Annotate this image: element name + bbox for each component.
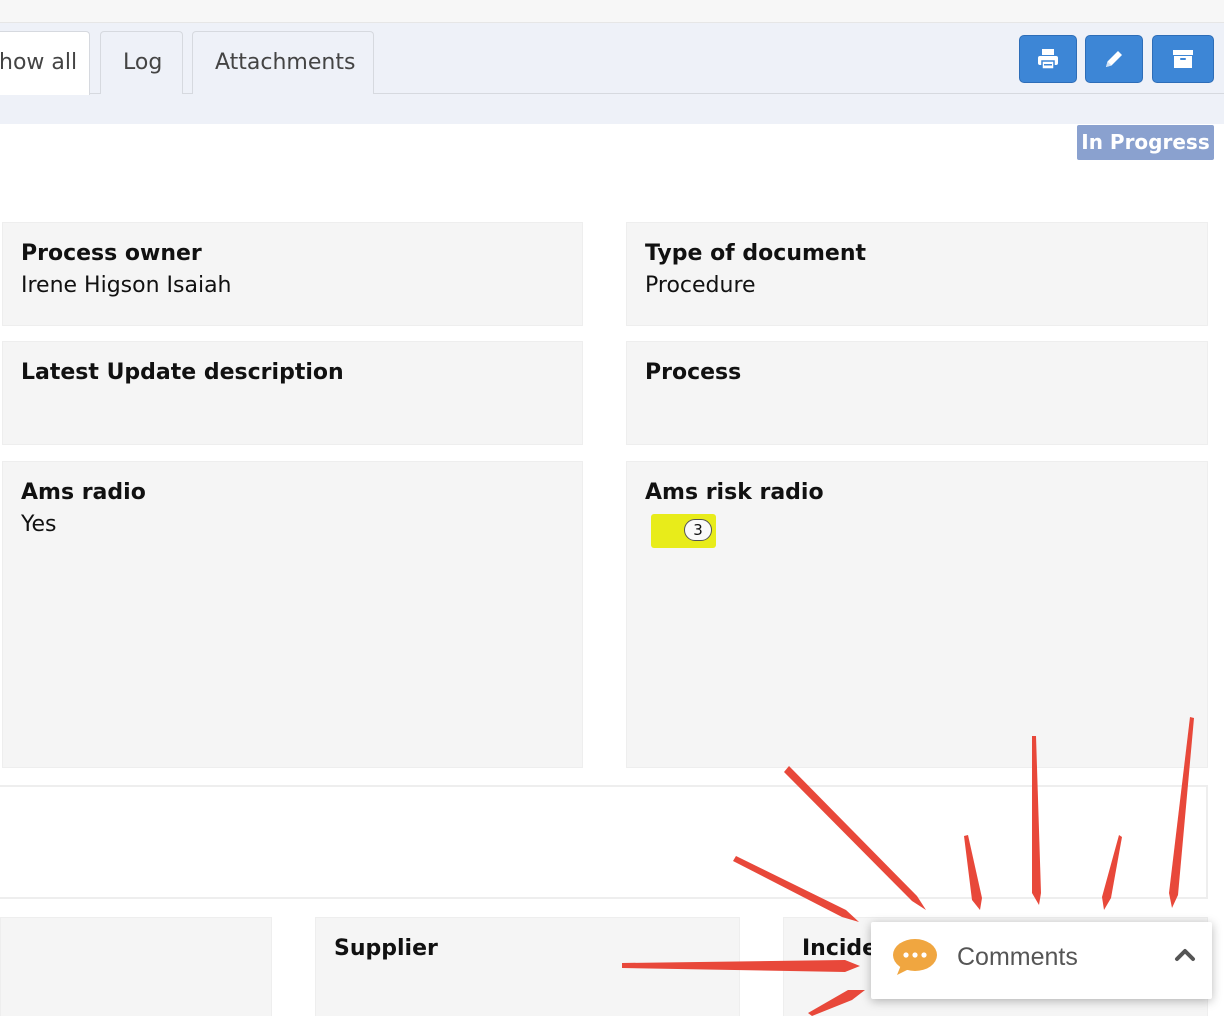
tab-bar-divider [0, 93, 1224, 94]
field-label: Incide [802, 936, 878, 961]
archive-button[interactable] [1152, 35, 1214, 83]
field-ams-risk-radio: Ams risk radio 3 [626, 461, 1208, 768]
field-bottom-left [0, 917, 272, 1016]
tab-attachments[interactable]: Attachments [192, 31, 374, 94]
tab-show-all-label: how all [0, 50, 78, 75]
tab-show-all[interactable]: how all [0, 31, 90, 95]
print-icon [1038, 49, 1058, 70]
field-label: Process owner [21, 241, 202, 266]
field-value: Procedure [645, 273, 756, 298]
chat-bubble-icon [893, 939, 937, 975]
edit-icon [1106, 51, 1122, 67]
risk-level-value: 3 [684, 519, 712, 541]
comments-widget[interactable]: Comments [871, 922, 1212, 999]
field-label: Latest Update description [21, 360, 344, 385]
field-ams-radio: Ams radio Yes [2, 461, 583, 768]
status-badge: In Progress [1077, 125, 1214, 160]
field-label: Supplier [334, 936, 438, 961]
field-supplier: Supplier [315, 917, 740, 1016]
comments-label: Comments [957, 943, 1078, 971]
field-value: Yes [21, 512, 57, 537]
field-label: Ams risk radio [645, 480, 824, 505]
field-label: Process [645, 360, 742, 385]
chevron-up-icon[interactable] [1174, 946, 1196, 962]
print-button[interactable] [1019, 35, 1077, 83]
edit-button[interactable] [1085, 35, 1143, 83]
tab-log[interactable]: Log [100, 31, 183, 94]
top-bar [0, 0, 1224, 23]
field-label: Type of document [645, 241, 866, 266]
field-latest-update-description: Latest Update description [2, 341, 583, 445]
field-process-owner: Process owner Irene Higson Isaiah [2, 222, 583, 326]
content-panel [0, 785, 1208, 899]
tab-log-label: Log [123, 50, 163, 75]
field-process: Process [626, 341, 1208, 445]
field-type-of-document: Type of document Procedure [626, 222, 1208, 326]
risk-level-chip: 3 [651, 514, 716, 548]
field-label: Ams radio [21, 480, 146, 505]
archive-icon [1173, 50, 1193, 68]
tab-attachments-label: Attachments [215, 50, 356, 75]
field-value: Irene Higson Isaiah [21, 273, 232, 298]
